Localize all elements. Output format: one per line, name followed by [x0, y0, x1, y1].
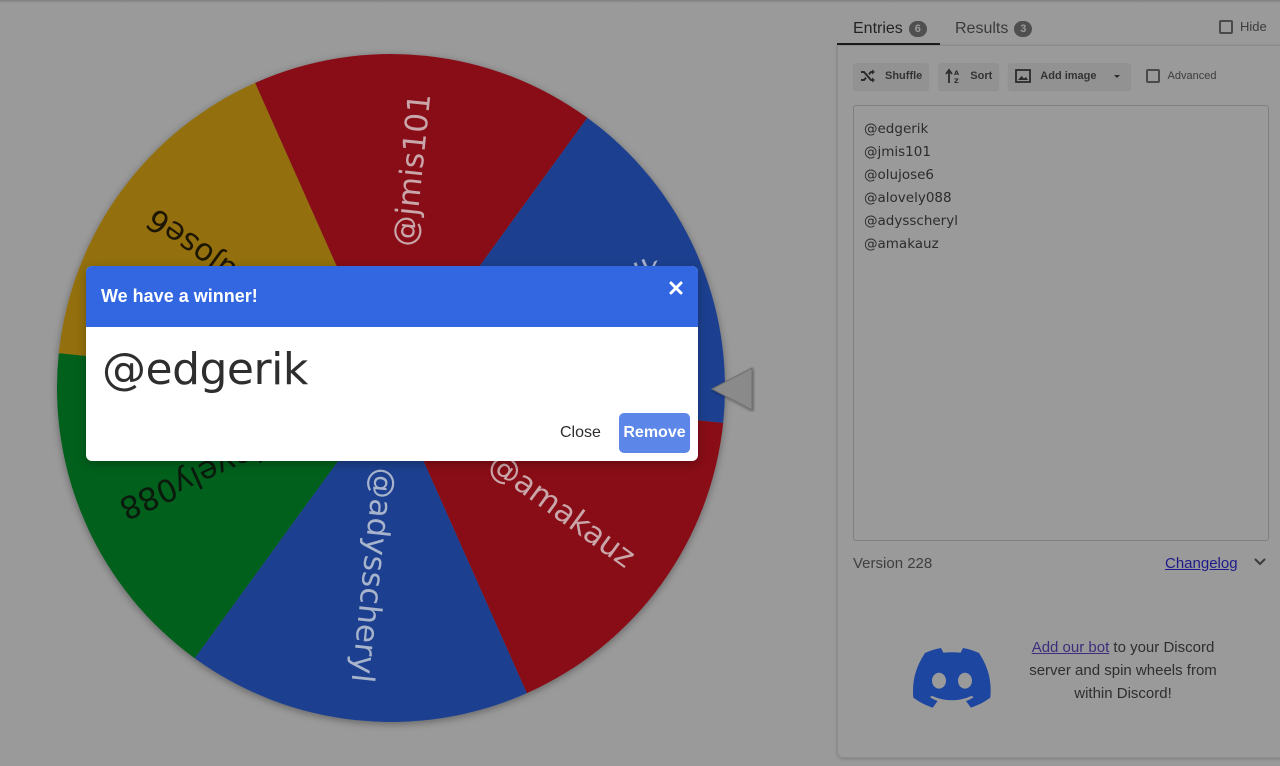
- svg-text:A: A: [954, 69, 959, 77]
- add-bot-link[interactable]: Add our bot: [1032, 639, 1110, 656]
- winner-dialog-header: We have a winner!: [86, 266, 698, 327]
- image-icon: [1015, 69, 1032, 83]
- tab-entries-label: Entries: [853, 20, 903, 37]
- sort-icon: A Z: [945, 68, 959, 84]
- discord-promo-text: Add our bot to your Discord server and s…: [1013, 636, 1233, 705]
- panel-tabs: Entries 6 Results 3 Hide: [837, 0, 1280, 46]
- version-row: Version 228 Changelog: [853, 553, 1273, 573]
- shuffle-icon: [861, 69, 875, 83]
- entries-toolbar: Shuffle A Z Sort Add image Advanced: [853, 62, 1216, 90]
- advanced-checkbox-box[interactable]: [1145, 69, 1160, 83]
- close-icon[interactable]: [668, 280, 684, 296]
- svg-text:Z: Z: [954, 77, 959, 84]
- wheel-pointer-icon: [710, 367, 753, 411]
- add-image-label: Add image: [1040, 70, 1097, 82]
- hide-label: Hide: [1240, 19, 1267, 34]
- version-text: Version 228: [853, 555, 933, 572]
- tab-entries[interactable]: Entries 6: [853, 14, 927, 44]
- shuffle-button[interactable]: Shuffle: [853, 62, 930, 90]
- close-button[interactable]: Close: [552, 416, 609, 450]
- remove-button[interactable]: Remove: [619, 413, 690, 453]
- entries-panel: Shuffle A Z Sort Add image Advanced @edg: [837, 45, 1280, 758]
- caret-down-icon[interactable]: [1110, 72, 1124, 80]
- tab-results[interactable]: Results 3: [955, 14, 1033, 44]
- winner-dialog-title: We have a winner!: [101, 286, 258, 306]
- results-count-badge: 3: [1014, 21, 1033, 37]
- entries-count-badge: 6: [908, 21, 927, 37]
- discord-promo: Add our bot to your Discord server and s…: [913, 636, 1233, 708]
- chevron-down-icon[interactable]: [1253, 557, 1267, 567]
- entry-line: @adysscheryl: [864, 213, 958, 229]
- tab-results-label: Results: [955, 20, 1009, 37]
- changelog-link[interactable]: Changelog: [1165, 555, 1238, 572]
- entry-line: @olujose6: [864, 167, 935, 183]
- shuffle-label: Shuffle: [885, 70, 923, 82]
- advanced-label: Advanced: [1167, 70, 1217, 82]
- hide-checkbox[interactable]: Hide: [1219, 19, 1267, 34]
- winner-dialog: We have a winner! @edgerik Close Remove: [86, 266, 698, 461]
- sort-button[interactable]: A Z Sort: [938, 62, 1000, 90]
- hide-checkbox-box[interactable]: [1219, 19, 1233, 34]
- entry-line: @edgerik: [864, 121, 929, 137]
- discord-logo-icon: [913, 648, 991, 708]
- entry-line: @amakauz: [864, 236, 939, 252]
- sort-label: Sort: [970, 70, 993, 82]
- winner-name: @edgerik: [102, 344, 308, 395]
- advanced-checkbox[interactable]: Advanced: [1145, 69, 1217, 83]
- entry-line: @alovely088: [864, 190, 952, 206]
- entries-textarea[interactable]: @edgerik @jmis101 @olujose6 @alovely088 @ady…: [853, 105, 1269, 541]
- entry-line: @jmis101: [864, 144, 931, 160]
- add-image-button[interactable]: Add image: [1008, 62, 1131, 90]
